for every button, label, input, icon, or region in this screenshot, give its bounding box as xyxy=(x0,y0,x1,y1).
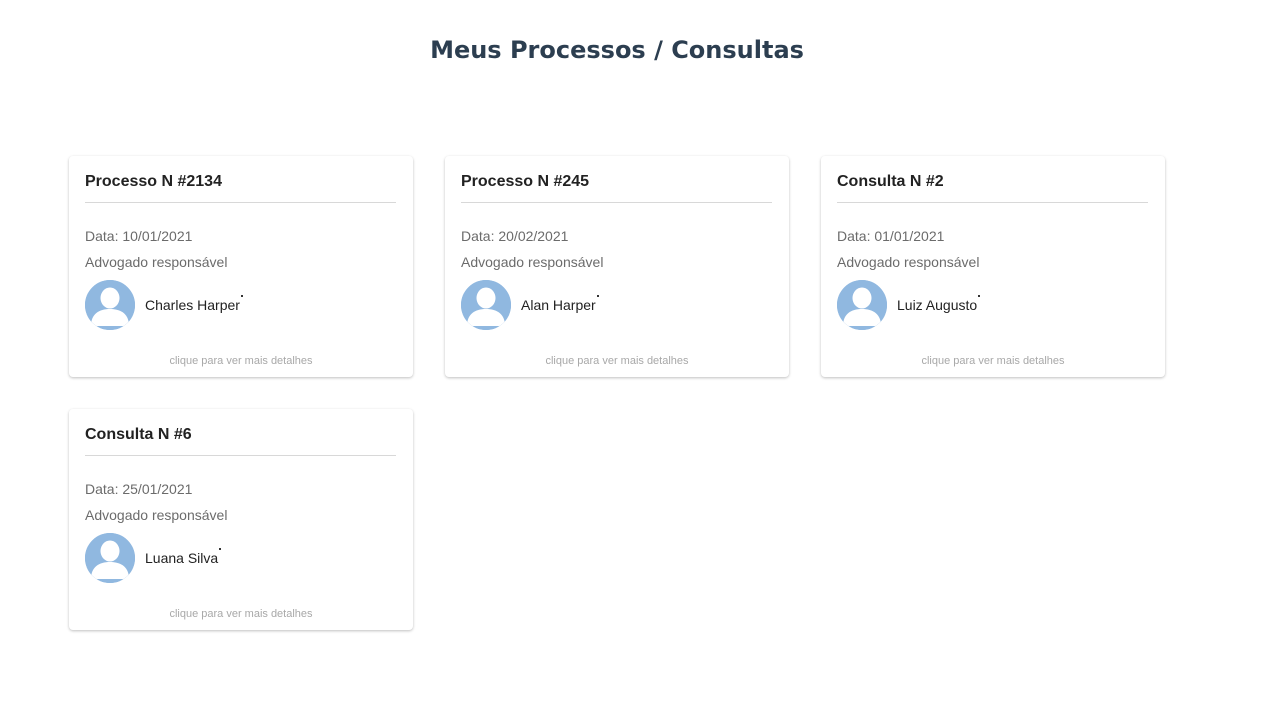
card-consulta-2[interactable]: Consulta N #2 Data: 01/01/2021 Advogado … xyxy=(821,156,1165,377)
card-title: Processo N #245 xyxy=(461,171,772,203)
user-avatar-icon xyxy=(85,533,135,583)
card-date: Data: 20/02/2021 xyxy=(461,228,569,244)
lawyer-name: Luiz Augusto xyxy=(897,295,981,313)
lawyer-label: Advogado responsável xyxy=(85,254,228,270)
card-date: Data: 25/01/2021 xyxy=(85,481,193,497)
user-avatar-icon xyxy=(461,280,511,330)
lawyer-name: Charles Harper xyxy=(145,295,243,313)
details-hint: clique para ver mais detalhes xyxy=(921,355,1065,367)
user-avatar-icon xyxy=(837,280,887,330)
card-date: Data: 10/01/2021 xyxy=(85,228,193,244)
details-hint: clique para ver mais detalhes xyxy=(169,608,313,620)
card-date: Data: 01/01/2021 xyxy=(837,228,945,244)
card-processo-245[interactable]: Processo N #245 Data: 20/02/2021 Advogad… xyxy=(445,156,789,377)
card-title: Consulta N #6 xyxy=(85,424,396,456)
page-title: Meus Processos / Consultas xyxy=(430,36,804,64)
details-hint: clique para ver mais detalhes xyxy=(169,355,313,367)
card-title: Consulta N #2 xyxy=(837,171,1148,203)
lawyer-label: Advogado responsável xyxy=(461,254,604,270)
card-consulta-6[interactable]: Consulta N #6 Data: 25/01/2021 Advogado … xyxy=(69,409,413,630)
lawyer-name: Alan Harper xyxy=(521,295,599,313)
lawyer-name: Luana Silva xyxy=(145,548,222,566)
user-avatar-icon xyxy=(85,280,135,330)
lawyer-label: Advogado responsável xyxy=(85,507,228,523)
card-title: Processo N #2134 xyxy=(85,171,396,203)
card-processo-2134[interactable]: Processo N #2134 Data: 10/01/2021 Advoga… xyxy=(69,156,413,377)
lawyer-label: Advogado responsável xyxy=(837,254,980,270)
details-hint: clique para ver mais detalhes xyxy=(545,355,689,367)
